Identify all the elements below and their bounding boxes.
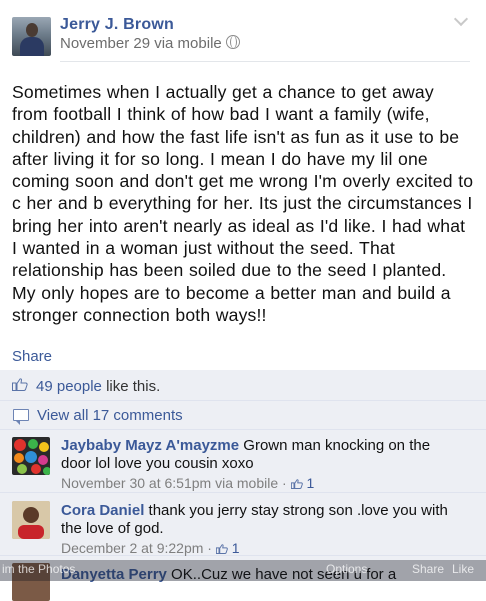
photo-viewer-bar: im the Photos Options Share Like bbox=[0, 560, 486, 581]
comment-body: Cora Daniel thank you jerry stay strong … bbox=[61, 502, 461, 558]
likes-row: 49 people like this. bbox=[0, 370, 486, 401]
comment-body: Jaybaby Mayz A'mayzme Grown man knocking… bbox=[61, 437, 461, 493]
post-meta: November 29 via mobile bbox=[60, 35, 240, 52]
view-all-row[interactable]: View all 17 comments bbox=[0, 400, 486, 430]
overlay-share-button[interactable]: Share bbox=[412, 562, 444, 576]
thumbs-up-icon bbox=[215, 544, 228, 554]
post-actions: Share bbox=[0, 339, 486, 369]
comment-meta: November 30 at 6:51pm via mobile · 1 bbox=[61, 475, 461, 493]
author-avatar[interactable] bbox=[12, 17, 51, 56]
likes-summary: 49 people like this. bbox=[36, 378, 160, 395]
commenter-name[interactable]: Cora Daniel bbox=[61, 502, 144, 519]
commenter-avatar[interactable] bbox=[12, 501, 50, 539]
comment-like-count[interactable]: 1 bbox=[306, 475, 314, 491]
commenter-name[interactable]: Jaybaby Mayz A'mayzme bbox=[61, 437, 239, 454]
likes-suffix: like this. bbox=[101, 378, 161, 395]
view-all-comments-link[interactable]: View all 17 comments bbox=[37, 407, 183, 424]
comment-item: Cora Daniel thank you jerry stay strong … bbox=[0, 492, 486, 556]
divider bbox=[60, 61, 470, 62]
comment-like-count[interactable]: 1 bbox=[232, 540, 240, 556]
comment-item: Jaybaby Mayz A'mayzme Grown man knocking… bbox=[0, 429, 486, 493]
comment-timestamp[interactable]: December 2 at 9:22pm · bbox=[61, 540, 216, 556]
thumbs-up-icon bbox=[290, 479, 303, 489]
comment-timestamp[interactable]: November 30 at 6:51pm via mobile · bbox=[61, 475, 291, 491]
author-name[interactable]: Jerry J. Brown bbox=[60, 16, 174, 34]
photos-label[interactable]: im the Photos bbox=[2, 562, 75, 576]
comment-icon bbox=[13, 409, 29, 425]
post-header: Jerry J. Brown November 29 via mobile bbox=[12, 11, 472, 60]
globe-icon bbox=[225, 35, 240, 49]
post-text: Sometimes when I actually get a chance t… bbox=[12, 82, 474, 325]
options-button[interactable]: Options bbox=[326, 562, 367, 576]
thumbs-up-icon bbox=[12, 378, 28, 391]
feedback-section: 49 people like this. View all 17 comment… bbox=[0, 370, 486, 601]
chevron-down-icon[interactable] bbox=[453, 11, 469, 27]
overlay-like-button[interactable]: Like bbox=[452, 562, 474, 576]
share-button[interactable]: Share bbox=[12, 348, 52, 365]
commenter-avatar[interactable] bbox=[12, 437, 50, 475]
likes-count-link[interactable]: 49 people bbox=[36, 378, 102, 395]
post-timestamp[interactable]: November 29 via mobile bbox=[60, 35, 222, 52]
